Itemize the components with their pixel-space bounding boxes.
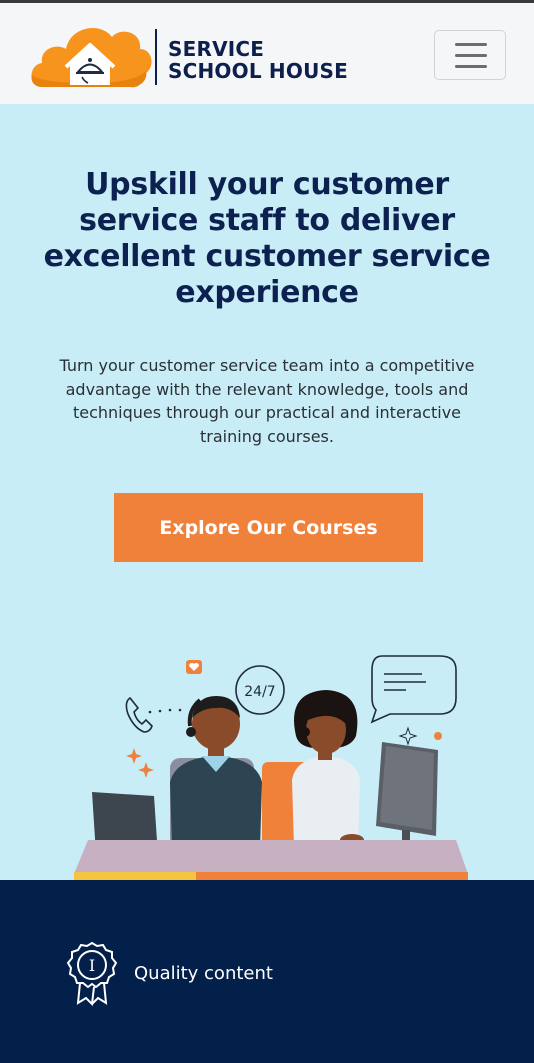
heart-bubble-icon xyxy=(186,660,202,674)
hamburger-line xyxy=(455,65,487,68)
hamburger-line xyxy=(455,54,487,57)
hamburger-menu-icon xyxy=(455,43,487,46)
hero-subtext: Turn your customer service team into a c… xyxy=(59,356,475,446)
explore-courses-button[interactable]: Explore Our Courses xyxy=(114,493,423,562)
cloud-house-cloche-icon xyxy=(31,27,152,88)
brand-line-2: SCHOOL HOUSE xyxy=(168,59,348,83)
award-ribbon-icon: I xyxy=(66,941,118,1007)
brand-line-1: SERVICE xyxy=(168,37,265,61)
menu-toggle-button[interactable] xyxy=(434,30,506,80)
availability-badge: 24/7 xyxy=(244,684,275,700)
site-header: SERVICE SCHOOL HOUSE xyxy=(0,3,534,104)
phone-icon xyxy=(125,696,153,733)
hero-headline: Upskill your customer service staff to d… xyxy=(43,167,491,310)
brand-name[interactable]: SERVICE SCHOOL HOUSE xyxy=(168,38,348,82)
speech-bubble-icon xyxy=(370,655,457,724)
customer-service-illustration: 24/7 xyxy=(74,655,468,880)
feature-label: Quality content xyxy=(134,963,273,984)
svg-text:I: I xyxy=(89,956,95,975)
